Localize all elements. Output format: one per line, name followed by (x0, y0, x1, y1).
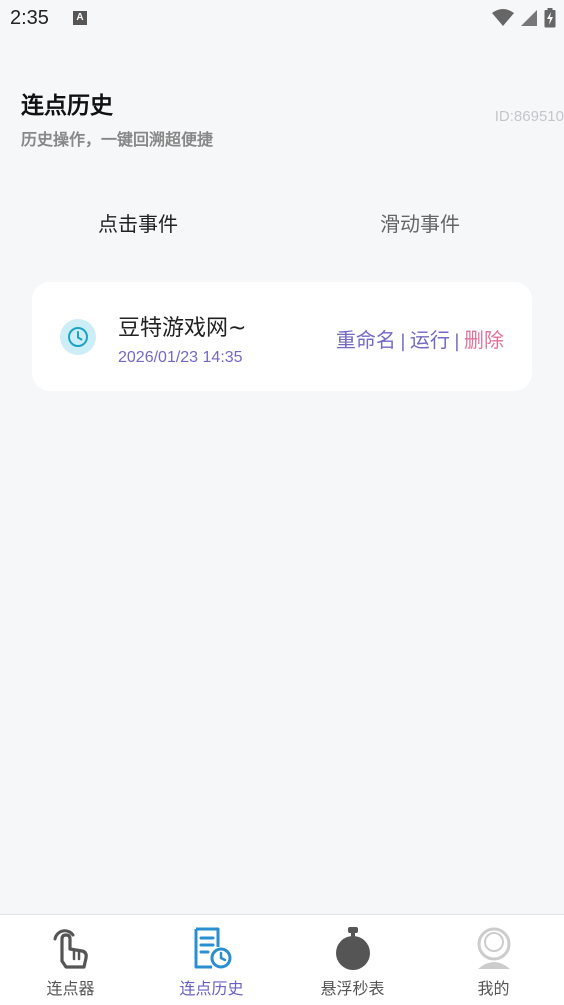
status-bar: 2:35 A (0, 0, 564, 38)
tab-swipe-events[interactable]: 滑动事件 (380, 208, 460, 237)
bottom-nav: 连点器 连点历史 悬浮秒表 我的 (0, 914, 564, 1005)
nav-item-clicker[interactable]: 连点器 (0, 915, 141, 1005)
delete-button[interactable]: 删除 (464, 328, 504, 352)
history-item-timestamp: 2026/01/23 14:35 (118, 349, 243, 366)
nav-label: 连点历史 (179, 979, 244, 998)
history-item-name: 豆特游戏网~ (118, 316, 247, 341)
clock-icon (60, 319, 96, 355)
nav-item-profile[interactable]: 我的 (423, 915, 564, 1005)
history-list-icon (194, 927, 231, 969)
stopwatch-icon (335, 927, 370, 970)
battery-charging-icon (544, 8, 556, 28)
profile-icon (477, 927, 510, 969)
rename-button[interactable]: 重命名 (336, 328, 396, 352)
history-item-actions: 重命名 | 运行 | 删除 (336, 324, 504, 353)
nav-item-history[interactable]: 连点历史 (141, 915, 282, 1005)
notification-a-icon: A (73, 11, 87, 25)
page-subtitle: 历史操作，一键回溯超便捷 (21, 130, 214, 149)
nav-label: 我的 (477, 979, 510, 998)
run-button[interactable]: 运行 (410, 328, 450, 352)
signal-icon (521, 10, 537, 26)
action-separator: | (399, 331, 406, 352)
page-title: 连点历史 (21, 93, 113, 119)
nav-item-stopwatch[interactable]: 悬浮秒表 (282, 915, 423, 1005)
status-icons (492, 8, 556, 28)
history-card: 豆特游戏网~ 2026/01/23 14:35 重命名 | 运行 | 删除 (32, 282, 532, 391)
nav-label: 连点器 (46, 979, 95, 998)
nav-label: 悬浮秒表 (320, 979, 385, 998)
device-id: ID:869510 (494, 108, 564, 125)
tap-hand-icon (53, 929, 88, 969)
tab-click-events[interactable]: 点击事件 (98, 208, 178, 237)
status-time: 2:35 (10, 7, 49, 29)
action-separator: | (453, 331, 460, 352)
wifi-icon (492, 9, 514, 26)
